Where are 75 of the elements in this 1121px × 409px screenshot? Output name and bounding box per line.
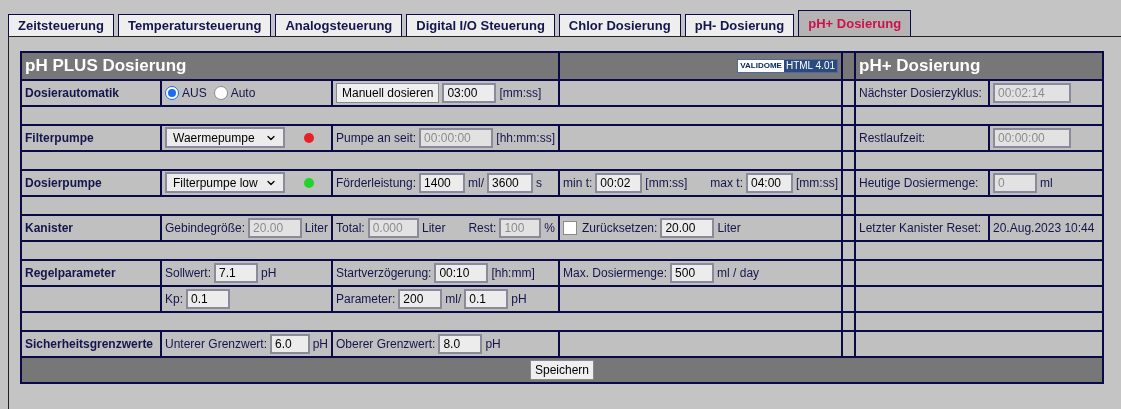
- tab[interactable]: pH- Dosierung: [684, 14, 795, 36]
- row-label: Kanister: [25, 220, 74, 235]
- input-field[interactable]: 7.1: [214, 262, 258, 283]
- field-label: Pumpe an seit:: [336, 129, 417, 147]
- select-dropdown[interactable]: Filterpumpe low: [165, 172, 285, 193]
- field-label: ml / day: [717, 264, 760, 282]
- field-label: [hh:mm:ss]: [496, 129, 555, 147]
- row-label: Regelparameter: [25, 265, 116, 280]
- select-dropdown[interactable]: Waermepumpe: [165, 127, 285, 148]
- field-label: pH: [261, 264, 277, 282]
- badge-brand: VALIDOME: [739, 61, 783, 70]
- input-field[interactable]: 03:00: [442, 82, 497, 103]
- row-label: Filterpumpe: [25, 130, 94, 145]
- field-label: [mm:ss]: [645, 174, 688, 192]
- input-field[interactable]: 3600: [487, 172, 534, 193]
- radio-option[interactable]: AUS: [165, 83, 207, 102]
- tab[interactable]: Analogsteuerung: [275, 14, 403, 36]
- row-label: Dosierpumpe: [25, 175, 102, 190]
- input-field[interactable]: 6.0: [270, 333, 310, 354]
- field-label: Startverzögerung:: [336, 264, 432, 282]
- field-label: pH: [485, 335, 501, 353]
- field-label: %: [544, 219, 555, 237]
- field-label: [hh:mm]: [491, 264, 535, 282]
- tab[interactable]: Chlor Dosierung: [558, 14, 681, 36]
- field-label: Zurücksetzen:: [582, 219, 658, 237]
- field-label: Gebindegröße:: [165, 219, 246, 237]
- input-field[interactable]: 1400: [419, 172, 466, 193]
- field-label: s: [536, 174, 543, 192]
- field-label: Sollwert:: [165, 264, 211, 282]
- field-label: Kp:: [165, 290, 183, 308]
- field-label: [mm:ss]: [499, 84, 542, 102]
- input-field[interactable]: 0.1: [464, 288, 509, 309]
- field-label: max t:: [710, 174, 743, 192]
- save-button[interactable]: Speichern: [530, 359, 595, 380]
- side-title: pH+ Dosierung: [859, 56, 981, 75]
- side-label: Nächster Dosierzyklus:: [859, 85, 982, 100]
- row-label: Dosierautomatik: [25, 85, 120, 100]
- tab[interactable]: Zeitsteuerung: [8, 14, 114, 36]
- field-label: pH: [511, 290, 527, 308]
- field-label: ml/: [445, 290, 462, 308]
- radio-option[interactable]: Auto: [213, 83, 256, 102]
- field-label: Unterer Grenzwert:: [165, 335, 268, 353]
- field-label: Parameter:: [336, 290, 396, 308]
- row-label: Sicherheitsgrenzwerte: [25, 336, 154, 351]
- side-label: Heutige Dosiermenge:: [859, 175, 979, 190]
- field-label: min t:: [563, 174, 593, 192]
- side-label: Restlaufzeit:: [859, 130, 926, 145]
- input-field[interactable]: 04:00: [746, 172, 793, 193]
- field-label: Oberer Grenzwert:: [336, 335, 436, 353]
- tab[interactable]: Digital I/O Steuerung: [406, 14, 555, 36]
- input-field[interactable]: 20.00: [660, 217, 715, 238]
- field-label: Max. Dosiermenge:: [563, 264, 668, 282]
- input-field[interactable]: 500: [670, 262, 715, 283]
- tab[interactable]: Temperatursteuerung: [117, 14, 272, 36]
- input-field[interactable]: 8.0: [438, 333, 483, 354]
- field-label: [mm:ss]: [796, 174, 838, 192]
- field-label: ml/: [468, 174, 485, 192]
- input-field[interactable]: 00:10: [434, 262, 489, 283]
- field-label: Liter: [717, 219, 741, 237]
- field-label: Förderleistung:: [336, 174, 417, 192]
- panel-title: pH PLUS Dosierung: [25, 56, 187, 75]
- input-field[interactable]: 0.1: [186, 288, 230, 309]
- field-label: Liter: [304, 219, 328, 237]
- dose-button[interactable]: Manuell dosieren: [336, 82, 440, 103]
- field-label: pH: [312, 335, 328, 353]
- field-label: Rest:: [468, 219, 497, 237]
- field-label: Total:: [336, 219, 365, 237]
- side-label: Letzter Kanister Reset:: [859, 220, 982, 235]
- field-label: ml: [1040, 174, 1053, 192]
- input-field[interactable]: 00:02: [595, 172, 643, 193]
- field-label: Liter: [422, 219, 446, 237]
- field-label: 20.Aug.2023 10:44: [993, 219, 1095, 237]
- badge-label: HTML 4.01: [783, 59, 837, 72]
- checkbox[interactable]: [563, 220, 577, 235]
- input-field[interactable]: 200: [398, 288, 443, 309]
